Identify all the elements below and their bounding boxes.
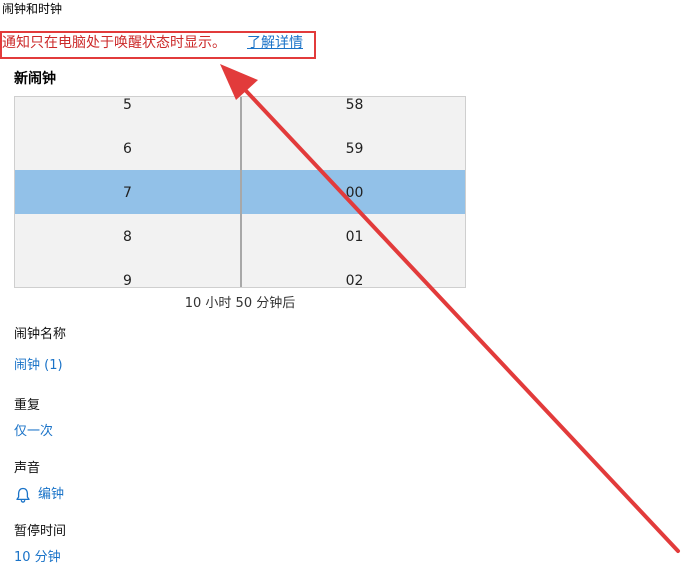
- sound-dropdown[interactable]: 编钟: [14, 485, 64, 505]
- bell-icon: [14, 486, 32, 504]
- minute-option[interactable]: 02: [242, 259, 465, 287]
- app-title: 闹钟和时钟: [2, 2, 63, 16]
- hour-option[interactable]: 6: [15, 127, 240, 171]
- minute-option-selected[interactable]: 00: [242, 171, 465, 215]
- hour-option[interactable]: 9: [15, 259, 240, 287]
- snooze-label: 暂停时间: [14, 524, 67, 539]
- sound-label: 声音: [14, 461, 41, 476]
- alarm-name-label: 闹钟名称: [14, 327, 67, 342]
- minute-option[interactable]: 01: [242, 215, 465, 259]
- learn-more-link[interactable]: 了解详情: [247, 33, 303, 53]
- hour-option-selected[interactable]: 7: [15, 171, 240, 215]
- alarm-countdown: 10 小时 50 分钟后: [184, 296, 296, 311]
- hour-column[interactable]: 5 6 7 8 9: [15, 97, 240, 287]
- hour-option[interactable]: 5: [15, 97, 240, 127]
- snooze-dropdown[interactable]: 10 分钟: [14, 549, 61, 567]
- sound-value: 编钟: [38, 487, 65, 502]
- alarm-name-field[interactable]: 闹钟 (1): [14, 357, 63, 375]
- repeat-dropdown[interactable]: 仅一次: [14, 423, 53, 441]
- minute-option[interactable]: 58: [242, 97, 465, 127]
- hour-option[interactable]: 8: [15, 215, 240, 259]
- minute-option[interactable]: 59: [242, 127, 465, 171]
- repeat-label: 重复: [14, 398, 41, 413]
- time-picker[interactable]: 5 6 7 8 9 58 59 00 01 02: [14, 96, 466, 288]
- new-alarm-title: 新闹钟: [14, 71, 56, 87]
- minute-column[interactable]: 58 59 00 01 02: [242, 97, 465, 287]
- notification-notice-text: 通知只在电脑处于唤醒状态时显示。: [2, 35, 226, 51]
